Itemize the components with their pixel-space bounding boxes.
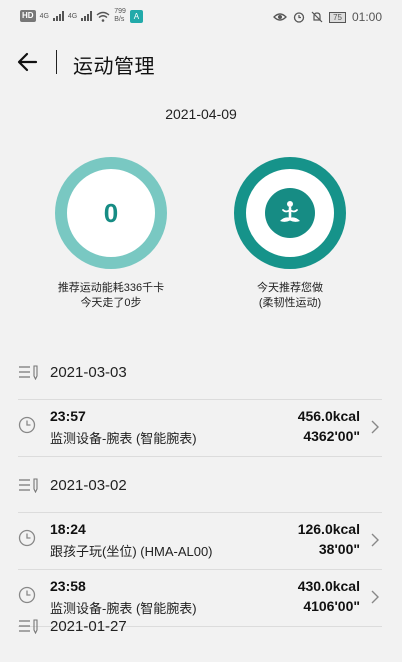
- record-row[interactable]: 18:24 跟孩子玩(坐位) (HMA-AL00) 126.0kcal 38'0…: [0, 513, 402, 567]
- network-speed-unit: B/s: [114, 16, 125, 23]
- chevron-right-icon: [371, 533, 379, 547]
- chevron-right-icon: [371, 590, 379, 604]
- recommendation-line1: 今天推荐您做: [257, 282, 323, 294]
- eye-icon: [273, 13, 287, 21]
- clock-icon: [18, 416, 36, 434]
- clock-icon: [18, 586, 36, 604]
- app-notification-icon: A: [129, 9, 143, 23]
- recommendation-line2: (柔韧性运动): [258, 297, 322, 309]
- network-type-2: 4G: [67, 12, 78, 20]
- list-pencil-icon: [19, 619, 38, 634]
- steps-caption: 推荐运动能耗336千卡 今天走了0步: [20, 281, 202, 311]
- date-row-text: 2021-03-02: [50, 477, 127, 494]
- steps-today-text: 今天走了0步: [80, 297, 142, 309]
- signal-icon-1: [52, 11, 64, 21]
- yoga-button[interactable]: [265, 188, 315, 238]
- status-bar-left: HD 4G 4G 799 B/s A: [20, 8, 143, 24]
- recommended-energy-text: 推荐运动能耗336千卡: [57, 282, 165, 294]
- record-kcal: 126.0kcal: [297, 521, 360, 537]
- steps-ring: 0: [55, 157, 167, 269]
- app-header: 运动管理: [0, 40, 402, 84]
- network-type-1: 4G: [39, 12, 49, 20]
- mute-icon: [311, 11, 323, 23]
- yoga-icon: [280, 201, 300, 222]
- status-bar-right: 75 01:00: [273, 10, 382, 24]
- date-row: 2021-03-02: [0, 467, 402, 503]
- recommendation-ring[interactable]: [234, 157, 346, 269]
- summary-date: 2021-04-09: [165, 106, 237, 122]
- date-row: 2021-03-03: [0, 354, 402, 390]
- steps-ring-value: 0: [103, 197, 119, 228]
- record-device: 监测设备-腕表 (智能腕表): [50, 431, 197, 446]
- date-row-text: 2021-01-27: [50, 618, 127, 635]
- back-button[interactable]: [14, 48, 42, 76]
- list-pencil-icon: [19, 365, 38, 380]
- battery-icon: 75: [329, 11, 346, 23]
- network-speed-value: 799: [114, 8, 126, 15]
- record-time: 18:24: [50, 521, 86, 537]
- record-time: 23:58: [50, 578, 86, 594]
- network-speed: 799 B/s: [114, 8, 126, 24]
- recommendation-caption: 今天推荐您做 (柔韧性运动): [200, 281, 380, 311]
- status-bar: HD 4G 4G 799 B/s A 75 01:00: [0, 0, 402, 34]
- clock-icon: [18, 529, 36, 547]
- header-divider: [56, 50, 57, 74]
- record-kcal: 430.0kcal: [297, 578, 360, 594]
- record-row[interactable]: 23:57 监测设备-腕表 (智能腕表) 456.0kcal 4362'00": [0, 400, 402, 454]
- record-duration: 4362'00": [303, 428, 360, 444]
- date-row-text: 2021-03-03: [50, 364, 127, 381]
- alarm-icon: [293, 12, 305, 23]
- record-kcal: 456.0kcal: [297, 408, 360, 424]
- list-pencil-icon: [19, 478, 38, 493]
- record-time: 23:57: [50, 408, 86, 424]
- page-title: 运动管理: [73, 56, 155, 78]
- divider: [18, 456, 382, 457]
- arrow-left-icon: [17, 52, 38, 72]
- hd-badge-1: HD: [20, 10, 36, 22]
- chevron-right-icon: [371, 420, 379, 434]
- record-device: 跟孩子玩(坐位) (HMA-AL00): [50, 544, 213, 559]
- date-row: 2021-01-27: [0, 608, 402, 644]
- signal-icon-2: [81, 11, 93, 21]
- wifi-icon: [96, 11, 110, 22]
- record-duration: 38'00": [318, 541, 360, 557]
- status-time: 01:00: [351, 10, 382, 24]
